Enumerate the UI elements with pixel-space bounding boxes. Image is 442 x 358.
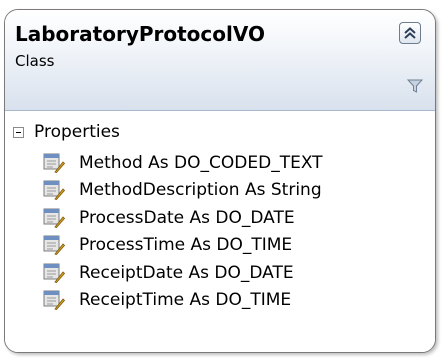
double-chevron-up-icon[interactable]	[399, 22, 421, 44]
filter-icon[interactable]	[406, 78, 424, 94]
class-body: Properties Method As DO_CODED_TEXT Metho…	[5, 111, 435, 352]
member-item[interactable]: ReceiptTime As DO_TIME	[43, 287, 323, 315]
member-label: Method As DO_CODED_TEXT	[79, 152, 323, 173]
property-icon	[43, 208, 66, 228]
member-item[interactable]: ReceiptDate As DO_DATE	[43, 259, 323, 287]
property-icon	[43, 290, 66, 311]
class-shape[interactable]: LaboratoryProtocolVO Class Properties Me…	[4, 9, 436, 353]
class-name: LaboratoryProtocolVO	[15, 22, 265, 46]
member-item[interactable]: MethodDescription As String	[43, 177, 323, 205]
member-label: MethodDescription As String	[79, 180, 322, 201]
property-icon	[43, 235, 66, 256]
section-label: Properties	[34, 122, 120, 142]
property-icon	[43, 180, 66, 201]
property-icon	[43, 153, 66, 173]
member-list: Method As DO_CODED_TEXT MethodDescriptio…	[43, 149, 323, 314]
class-header[interactable]: LaboratoryProtocolVO Class	[5, 10, 435, 111]
collapse-minus-icon[interactable]	[13, 126, 24, 138]
member-item[interactable]: Method As DO_CODED_TEXT	[43, 149, 323, 177]
section-properties[interactable]: Properties	[13, 121, 120, 143]
property-icon	[43, 263, 66, 283]
member-label: ReceiptTime As DO_TIME	[79, 290, 292, 311]
member-label: ProcessTime As DO_TIME	[79, 235, 293, 256]
member-label: ProcessDate As DO_DATE	[79, 207, 295, 228]
member-item[interactable]: ProcessDate As DO_DATE	[43, 204, 323, 232]
class-kind: Class	[15, 52, 55, 70]
member-label: ReceiptDate As DO_DATE	[79, 262, 294, 283]
member-item[interactable]: ProcessTime As DO_TIME	[43, 232, 323, 260]
